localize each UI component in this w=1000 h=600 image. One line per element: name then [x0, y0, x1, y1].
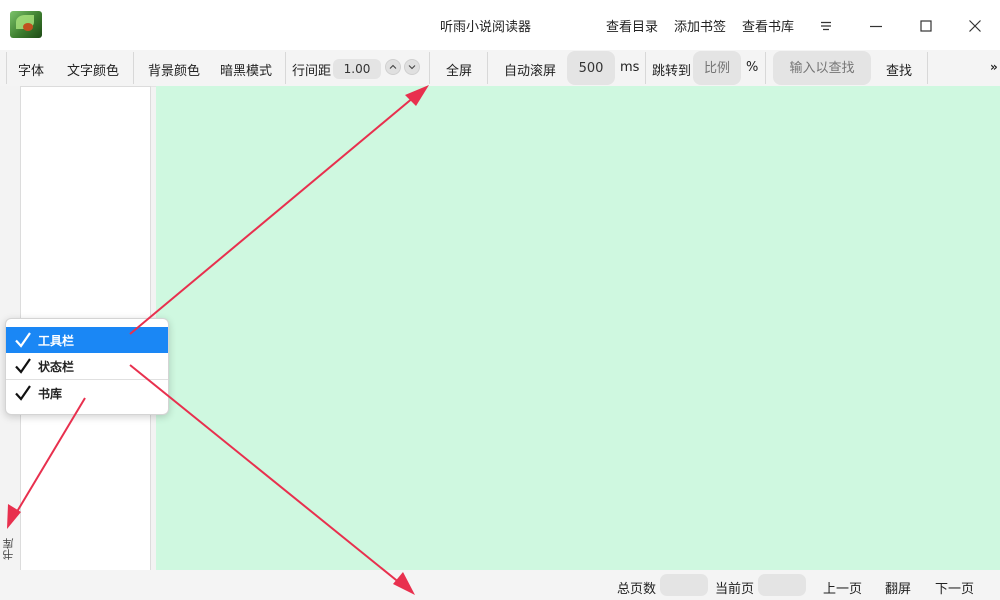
minimize-icon[interactable] [862, 12, 890, 40]
current-page-field[interactable] [758, 574, 806, 596]
fullscreen-button[interactable]: 全屏 [446, 60, 472, 79]
menu-item-statusbar[interactable]: 状态栏 [6, 353, 168, 379]
add-bookmark-button[interactable]: 添加书签 [674, 16, 726, 35]
toolbar-separator [487, 52, 488, 84]
toolbar-separator [765, 52, 766, 84]
reading-area[interactable] [156, 86, 1000, 570]
status-bar: 总页数 当前页 上一页 翻屏 下一页 [0, 570, 1000, 600]
toolbar-separator [285, 52, 286, 84]
search-input[interactable] [773, 51, 871, 85]
search-button[interactable]: 查找 [886, 60, 912, 79]
total-pages-label: 总页数 [617, 582, 657, 597]
chevron-down-icon[interactable] [404, 59, 420, 75]
view-context-menu: 工具栏 状态栏 书库 [5, 318, 169, 415]
checkmark-icon [15, 385, 31, 401]
view-library-button[interactable]: 查看书库 [742, 16, 794, 35]
toolbar-separator [927, 52, 928, 84]
current-page-label: 当前页 [715, 582, 755, 597]
app-logo-icon [10, 11, 42, 38]
title-bar: 听雨小说阅读器 查看目录 添加书签 查看书库 [0, 0, 1000, 50]
text-color-button[interactable]: 文字颜色 [67, 60, 119, 79]
line-spacing-input[interactable]: 1.00 [333, 59, 381, 79]
next-page-button[interactable]: 下一页 [935, 578, 974, 597]
menu-item-label: 工具栏 [38, 334, 75, 348]
toolbar-separator [133, 52, 134, 84]
toolbar-separator [429, 52, 430, 84]
app-window: 听雨小说阅读器 查看目录 添加书签 查看书库 字体 文字颜色 背景颜色 暗黑模式… [0, 0, 1000, 600]
window-title: 听雨小说阅读器 [440, 20, 532, 35]
jump-percent-input[interactable] [693, 51, 741, 85]
prev-page-button[interactable]: 上一页 [823, 578, 862, 597]
total-pages-field [660, 574, 708, 596]
auto-scroll-button[interactable]: 自动滚屏 [504, 60, 556, 79]
bg-color-button[interactable]: 背景颜色 [148, 60, 200, 79]
flip-screen-button[interactable]: 翻屏 [885, 578, 911, 597]
hamburger-menu-icon[interactable] [812, 12, 840, 40]
jump-to-label: 跳转到 [652, 64, 692, 79]
toolbar-separator [6, 52, 7, 84]
library-dock-tab-label: 书库 [2, 538, 15, 560]
scroll-unit-label: ms [620, 60, 640, 75]
checkmark-icon [15, 332, 31, 348]
close-icon[interactable] [961, 12, 989, 40]
toolbar-separator [645, 52, 646, 84]
font-button[interactable]: 字体 [18, 60, 44, 79]
library-dock-tab[interactable]: 书库 [1, 538, 17, 568]
menu-item-label: 状态栏 [38, 360, 75, 374]
dark-mode-button[interactable]: 暗黑模式 [220, 60, 272, 79]
toolbar: 字体 文字颜色 背景颜色 暗黑模式 行间距 1.00 全屏 自动滚屏 ms 跳转… [0, 50, 1000, 87]
line-spacing-label: 行间距 [292, 64, 332, 79]
menu-item-toolbar[interactable]: 工具栏 [6, 327, 168, 353]
jump-unit-label: % [746, 60, 759, 75]
maximize-icon[interactable] [912, 12, 940, 40]
toolbar-overflow-icon[interactable]: » [990, 60, 998, 74]
scroll-interval-input[interactable] [567, 51, 615, 85]
menu-item-library[interactable]: 书库 [6, 380, 168, 406]
checkmark-icon [15, 358, 31, 374]
menu-item-label: 书库 [38, 387, 63, 401]
chevron-up-icon[interactable] [385, 59, 401, 75]
view-toc-button[interactable]: 查看目录 [606, 16, 658, 35]
